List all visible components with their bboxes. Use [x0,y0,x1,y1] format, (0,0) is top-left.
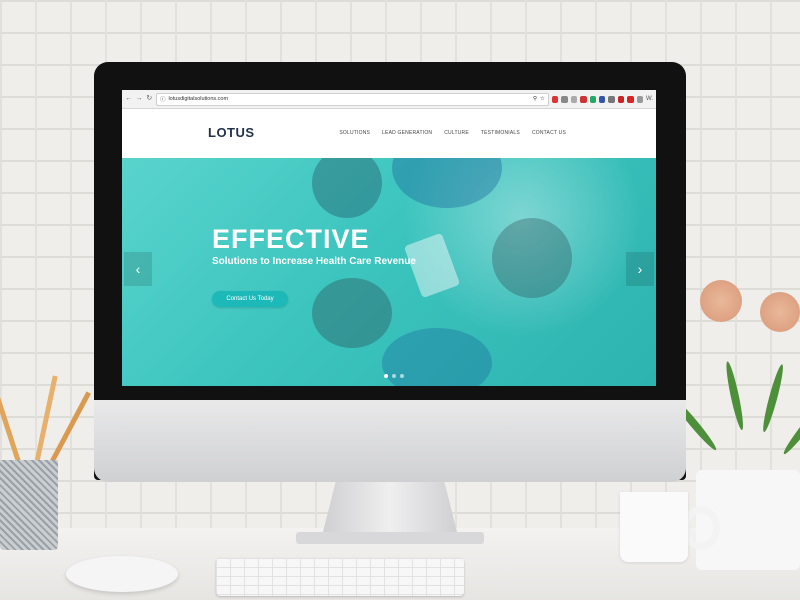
nav-testimonials[interactable]: TESTIMONIALS [481,130,520,136]
hero-photo-shape [492,218,572,298]
url-text: lotusdigitalsolutions.com [168,96,229,102]
keyboard [216,558,464,596]
monitor-stand [322,482,458,536]
screen: ← → ↻ ⓘ lotusdigitalsolutions.com ⚲ ☆ W.… [122,90,656,386]
hero-photo-shape [312,278,392,348]
pinterest-icon[interactable] [617,95,625,103]
site-logo[interactable]: LOTUS [208,125,255,140]
nav-solutions[interactable]: SOLUTIONS [339,130,370,136]
flower [760,292,800,332]
mouse [66,556,178,592]
slider-next-button[interactable]: › [626,252,654,286]
pencil-cup [0,460,58,550]
extension-icon[interactable] [589,95,596,103]
hero-photo-shape [312,158,382,218]
chevron-right-icon: › [637,261,643,277]
chevron-left-icon: ‹ [135,261,141,277]
contact-us-button[interactable]: Contact Us Today [212,291,288,307]
browser-toolbar: ← → ↻ ⓘ lotusdigitalsolutions.com ⚲ ☆ W. [122,90,656,109]
reload-icon[interactable]: ↻ [146,94,153,104]
info-icon[interactable]: ⓘ [160,95,166,103]
forward-arrow-icon[interactable]: → [135,94,142,104]
extension-icon[interactable] [598,95,606,103]
site-header: LOTUS SOLUTIONS LEAD GENERATION CULTURE … [122,109,656,159]
extension-icon[interactable] [561,95,568,103]
address-bar[interactable]: ⓘ lotusdigitalsolutions.com ⚲ ☆ [155,92,549,106]
extension-icon[interactable] [627,95,634,103]
extension-icon[interactable] [608,95,615,103]
monitor-base [296,532,484,544]
search-icon[interactable]: ⚲ [533,96,537,102]
extension-icon[interactable] [580,95,587,103]
hero-photo-shape [392,158,502,208]
nav-contact-us[interactable]: CONTACT US [532,130,566,136]
slider-dot[interactable] [400,374,404,378]
extension-icon[interactable] [551,95,559,103]
bookmark-star-icon[interactable]: ☆ [540,96,545,102]
hero-slider: ‹ › EFFECTIVE Solutions to Increase Heal… [122,158,656,386]
coffee-mug [620,492,688,562]
nav-lead-generation[interactable]: LEAD GENERATION [382,130,432,136]
slider-dot[interactable] [392,374,396,378]
extension-icon[interactable] [636,95,643,103]
nav-culture[interactable]: CULTURE [444,130,469,136]
slider-dots [384,374,404,378]
slider-prev-button[interactable]: ‹ [124,252,152,286]
extension-icon[interactable] [570,95,578,103]
flower [700,280,742,322]
hero-subtitle: Solutions to Increase Health Care Revenu… [212,256,416,267]
site-nav: SOLUTIONS LEAD GENERATION CULTURE TESTIM… [339,130,566,136]
slider-dot[interactable] [384,374,388,378]
monitor-chin [94,400,686,482]
hero-title: EFFECTIVE [212,224,370,254]
back-arrow-icon[interactable]: ← [125,94,132,104]
profile-label[interactable]: W. [646,96,653,102]
